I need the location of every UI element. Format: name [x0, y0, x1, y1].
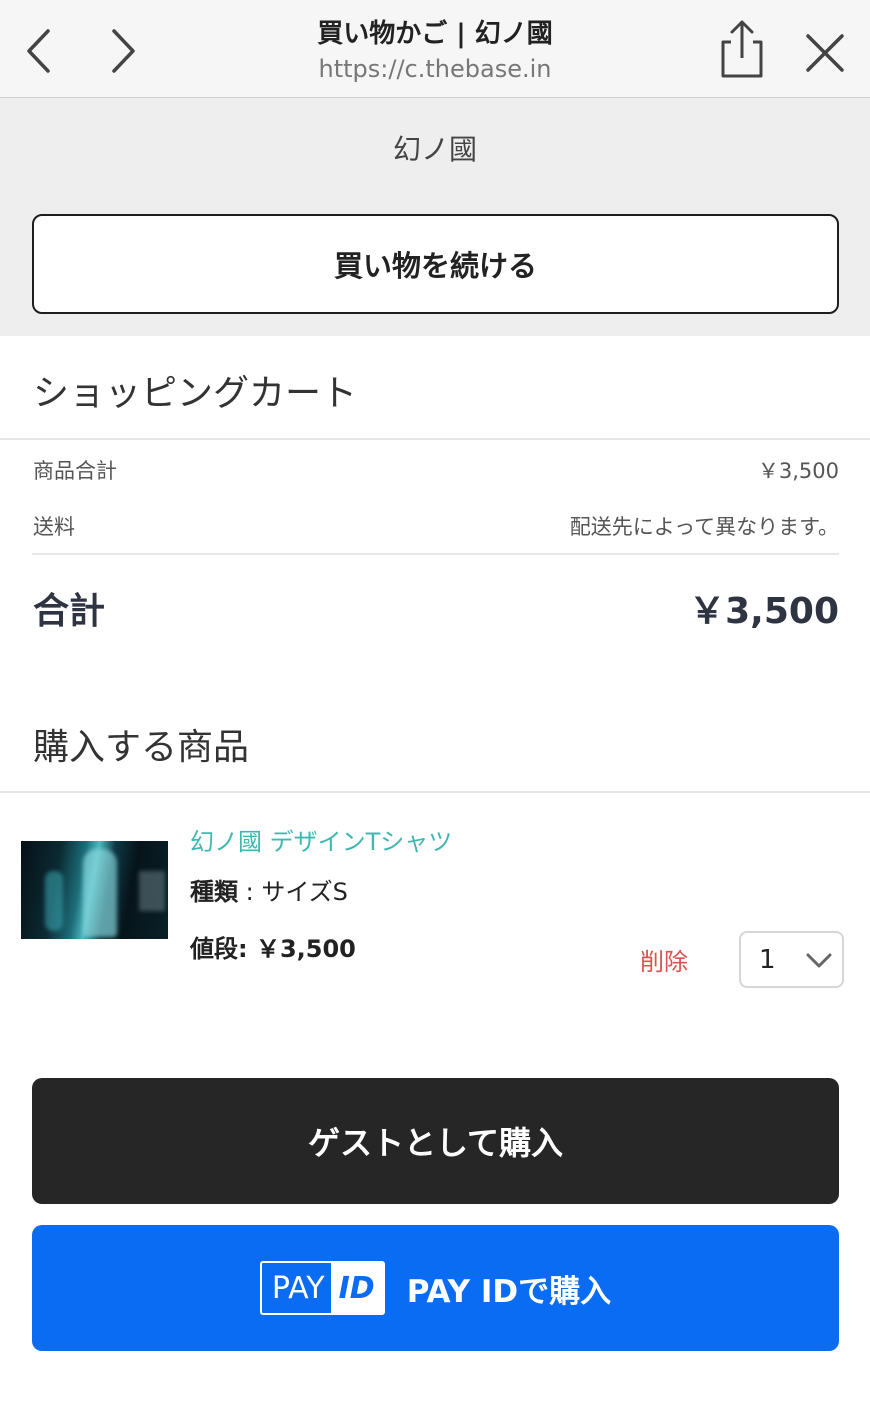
- product-price: 値段: ￥3,500: [190, 929, 356, 964]
- quantity-value: 1: [759, 945, 776, 975]
- payid-logo: PAY ID: [259, 1261, 385, 1315]
- total-label: 合計: [33, 591, 106, 632]
- share-button[interactable]: [714, 18, 770, 82]
- subtotal-value: ￥3,500: [757, 459, 839, 483]
- close-icon: [806, 34, 844, 72]
- total-value: ￥3,500: [689, 591, 839, 632]
- divider: [0, 791, 870, 793]
- guest-purchase-button[interactable]: ゲストとして購入: [32, 1078, 839, 1204]
- chevron-left-icon: [27, 29, 50, 73]
- divider: [0, 438, 870, 440]
- shipping-value: 配送先によって異なります。: [569, 515, 839, 539]
- close-button[interactable]: [800, 28, 850, 78]
- back-button[interactable]: [14, 26, 64, 76]
- payid-purchase-button[interactable]: PAY ID PAY IDで購入: [32, 1225, 839, 1351]
- price-label: 値段:: [190, 935, 248, 963]
- browser-title-block: 買い物かご | 幻ノ國 https://c.thebase.in: [200, 14, 670, 84]
- items-title: 購入する商品: [33, 727, 250, 768]
- product-thumbnail[interactable]: [21, 841, 168, 939]
- payid-logo-pay: PAY: [271, 1270, 325, 1306]
- chevron-right-icon: [112, 29, 135, 73]
- forward-button[interactable]: [98, 26, 148, 76]
- product-variant: 種類 : サイズS: [190, 878, 348, 906]
- cart-title: ショッピングカート: [33, 373, 358, 414]
- delete-item-link[interactable]: 削除: [640, 942, 688, 977]
- share-icon: [721, 20, 763, 78]
- product-name-link[interactable]: 幻ノ國 デザインTシャツ: [190, 822, 452, 857]
- shop-name[interactable]: 幻ノ國: [0, 128, 870, 168]
- quantity-select[interactable]: 1: [739, 931, 844, 988]
- continue-shopping-button[interactable]: 買い物を続ける: [32, 214, 839, 314]
- page-url[interactable]: https://c.thebase.in: [200, 54, 670, 84]
- browser-toolbar: 買い物かご | 幻ノ國 https://c.thebase.in: [0, 0, 870, 98]
- page-title: 買い物かご | 幻ノ國: [317, 19, 553, 49]
- shop-header: 幻ノ國 買い物を続ける: [0, 98, 870, 336]
- price-value: ￥3,500: [255, 935, 356, 963]
- shipping-label: 送料: [33, 515, 75, 539]
- variant-key: 種類: [190, 878, 238, 906]
- subtotal-label: 商品合計: [33, 459, 117, 483]
- variant-value: サイズS: [261, 878, 348, 906]
- payid-label: PAY IDで購入: [406, 1273, 612, 1310]
- payid-logo-id: ID: [330, 1263, 383, 1313]
- divider: [32, 553, 839, 555]
- chevron-down-icon: [806, 953, 832, 968]
